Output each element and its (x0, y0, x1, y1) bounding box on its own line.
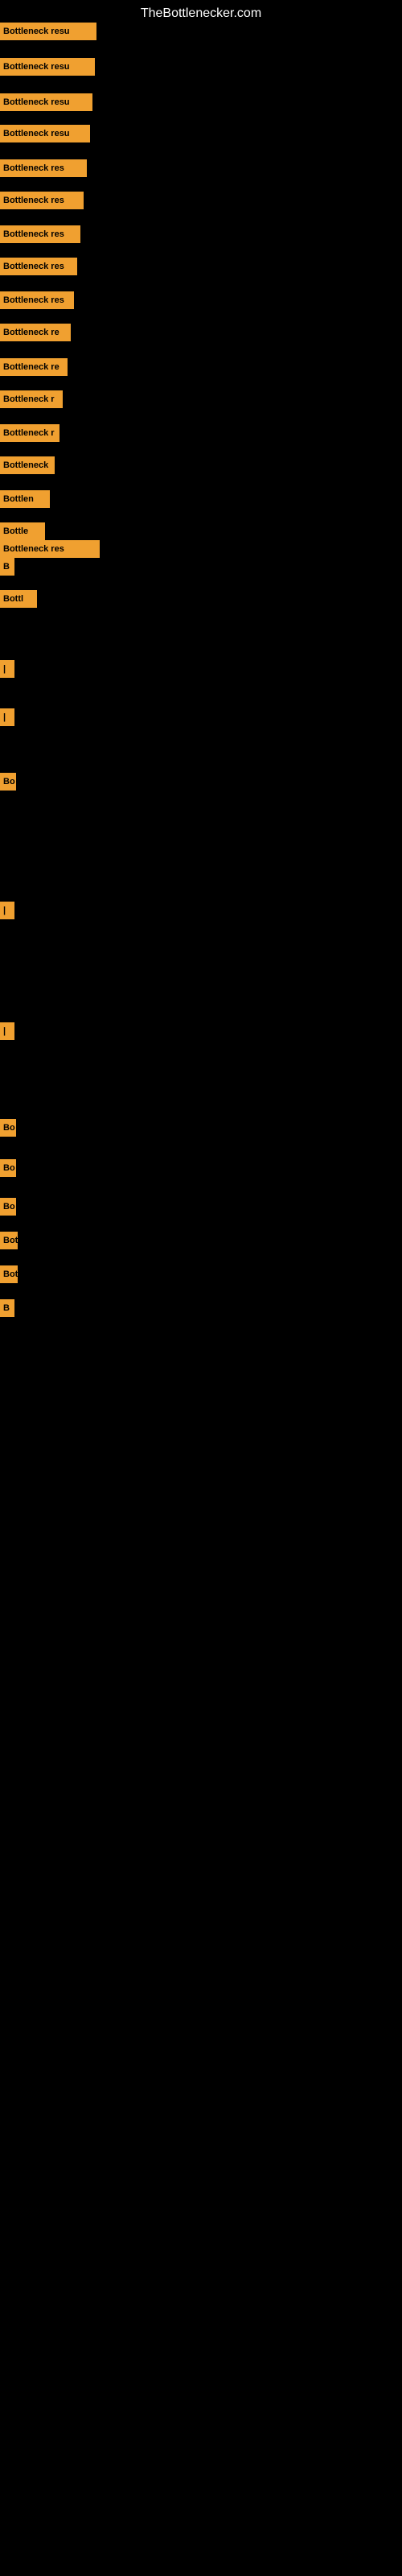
bottleneck-bar: B (0, 1299, 14, 1317)
bottleneck-bar: Bottleneck resu (0, 125, 90, 142)
bottleneck-bar: | (0, 708, 14, 726)
bottleneck-bar: Bottleneck res (0, 159, 87, 177)
bottleneck-bar: Bottleneck r (0, 390, 63, 408)
bottleneck-bar: Bottleneck res (0, 258, 77, 275)
bottleneck-bar: Bottleneck resu (0, 23, 96, 40)
bottleneck-bar: Bottleneck re (0, 358, 68, 376)
bottleneck-bar: Bottleneck (0, 456, 55, 474)
bottleneck-bar: Bottleneck res (0, 540, 100, 558)
bottleneck-bar: Bottleneck r (0, 424, 59, 442)
bottleneck-bar: Bott (0, 1265, 18, 1283)
bottleneck-bar: Bottleneck res (0, 192, 84, 209)
bottleneck-bar: Bottleneck resu (0, 58, 95, 76)
bottleneck-bar: Bottl (0, 590, 37, 608)
bottleneck-bar: Bottleneck res (0, 225, 80, 243)
bottleneck-bar: | (0, 902, 14, 919)
bottleneck-bar: Bo (0, 1159, 16, 1177)
bottleneck-bar: Bot (0, 1232, 18, 1249)
bottleneck-bar: Bo (0, 773, 16, 791)
bottleneck-bar: Bottle (0, 522, 45, 540)
bottleneck-bar: Bottleneck res (0, 291, 74, 309)
bottleneck-bar: Bo (0, 1119, 16, 1137)
bottleneck-bar: Bottleneck resu (0, 93, 92, 111)
bottleneck-bar: Bottlen (0, 490, 50, 508)
bottleneck-bar: Bo (0, 1198, 16, 1216)
bottleneck-bar: | (0, 1022, 14, 1040)
bottleneck-bar: | (0, 660, 14, 678)
bottleneck-bar: B (0, 558, 14, 576)
bottleneck-bar: Bottleneck re (0, 324, 71, 341)
